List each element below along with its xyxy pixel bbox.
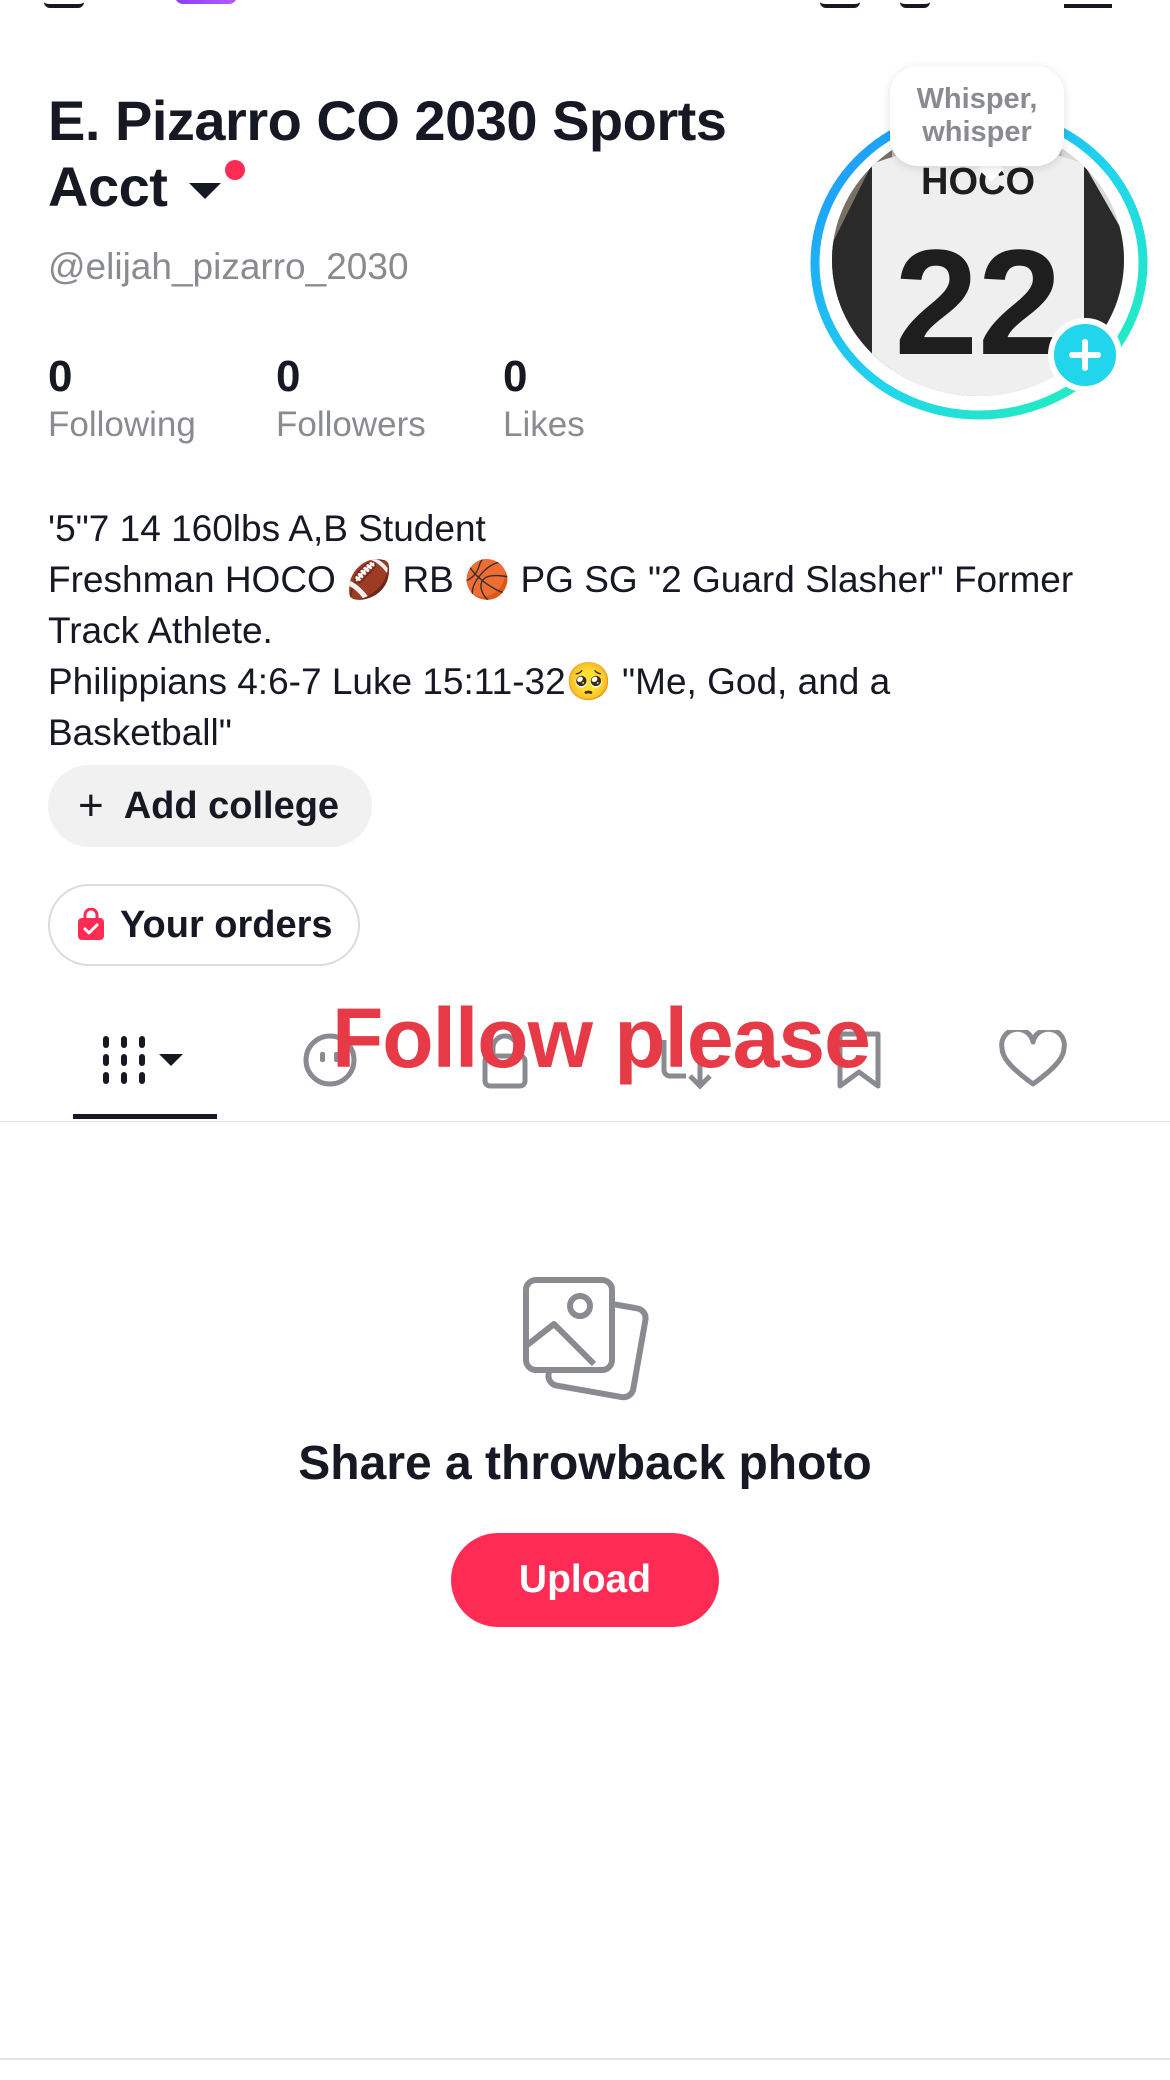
top-bar-glyph <box>900 0 930 8</box>
add-story-button[interactable] <box>1048 318 1122 392</box>
stat-label: Followers <box>276 405 426 444</box>
stat-likes[interactable]: 0 Likes <box>503 352 585 448</box>
follow-please-overlay: Follow please <box>332 991 871 1085</box>
avatar-note-bubble[interactable]: Whisper, whisper <box>890 66 1064 166</box>
username-handle: @elijah_pizarro_2030 <box>48 246 409 287</box>
add-college-label: Add college <box>123 784 340 827</box>
active-tab-indicator <box>73 1114 217 1119</box>
stat-value: 0 <box>276 352 301 401</box>
add-college-button[interactable]: + Add college <box>48 765 372 847</box>
top-bar-glyph <box>44 0 84 8</box>
bio-line: Freshman HOCO 🏈 RB 🏀 PG SG "2 Guard Slas… <box>48 559 1074 600</box>
bio-line: '5"7 14 160lbs A,B Student <box>48 508 486 549</box>
bio-line: Basketball" <box>48 712 232 753</box>
stat-following[interactable]: 0 Following <box>48 352 196 448</box>
profile-name[interactable]: E. Pizarro CO 2030 Sports Acct <box>48 88 828 220</box>
notification-dot <box>225 160 246 180</box>
stat-value: 0 <box>48 352 73 401</box>
note-text: Whisper, whisper <box>916 83 1038 148</box>
your-orders-button[interactable]: Your orders <box>48 884 360 966</box>
bio[interactable]: '5"7 14 160lbs A,B Student Freshman HOCO… <box>48 503 1128 758</box>
upload-button[interactable]: Upload <box>451 1533 719 1627</box>
tab-divider <box>0 1121 1170 1122</box>
menu-icon[interactable] <box>1064 0 1112 8</box>
grid-bars-icon <box>103 1036 183 1084</box>
your-orders-label: Your orders <box>120 903 333 946</box>
shopping-bag-icon <box>78 908 104 940</box>
bio-line: Track Athlete. <box>48 610 273 651</box>
bottom-nav-divider <box>0 2058 1170 2060</box>
tab-videos[interactable] <box>80 1020 210 1100</box>
account-switch-caret-icon[interactable] <box>189 183 222 200</box>
plus-icon <box>1069 339 1101 371</box>
svg-text:22: 22 <box>895 218 1062 386</box>
photos-icon <box>523 1277 649 1401</box>
bio-line: Philippians 4:6-7 Luke 15:11-32🥺 "Me, Go… <box>48 661 891 702</box>
empty-state-title: Share a throwback photo <box>298 1437 872 1490</box>
heart-icon <box>999 1030 1067 1087</box>
display-name: E. Pizarro CO 2030 Sports Acct <box>48 89 727 218</box>
tab-liked[interactable] <box>968 1020 1098 1100</box>
stat-label: Likes <box>503 405 585 444</box>
plus-icon: + <box>78 781 104 830</box>
top-bar-glyph <box>820 0 860 8</box>
top-bar <box>0 0 1170 14</box>
top-bar-badge[interactable] <box>175 0 237 4</box>
stat-label: Following <box>48 405 196 444</box>
stat-followers[interactable]: 0 Followers <box>276 352 426 448</box>
stat-value: 0 <box>503 352 528 401</box>
